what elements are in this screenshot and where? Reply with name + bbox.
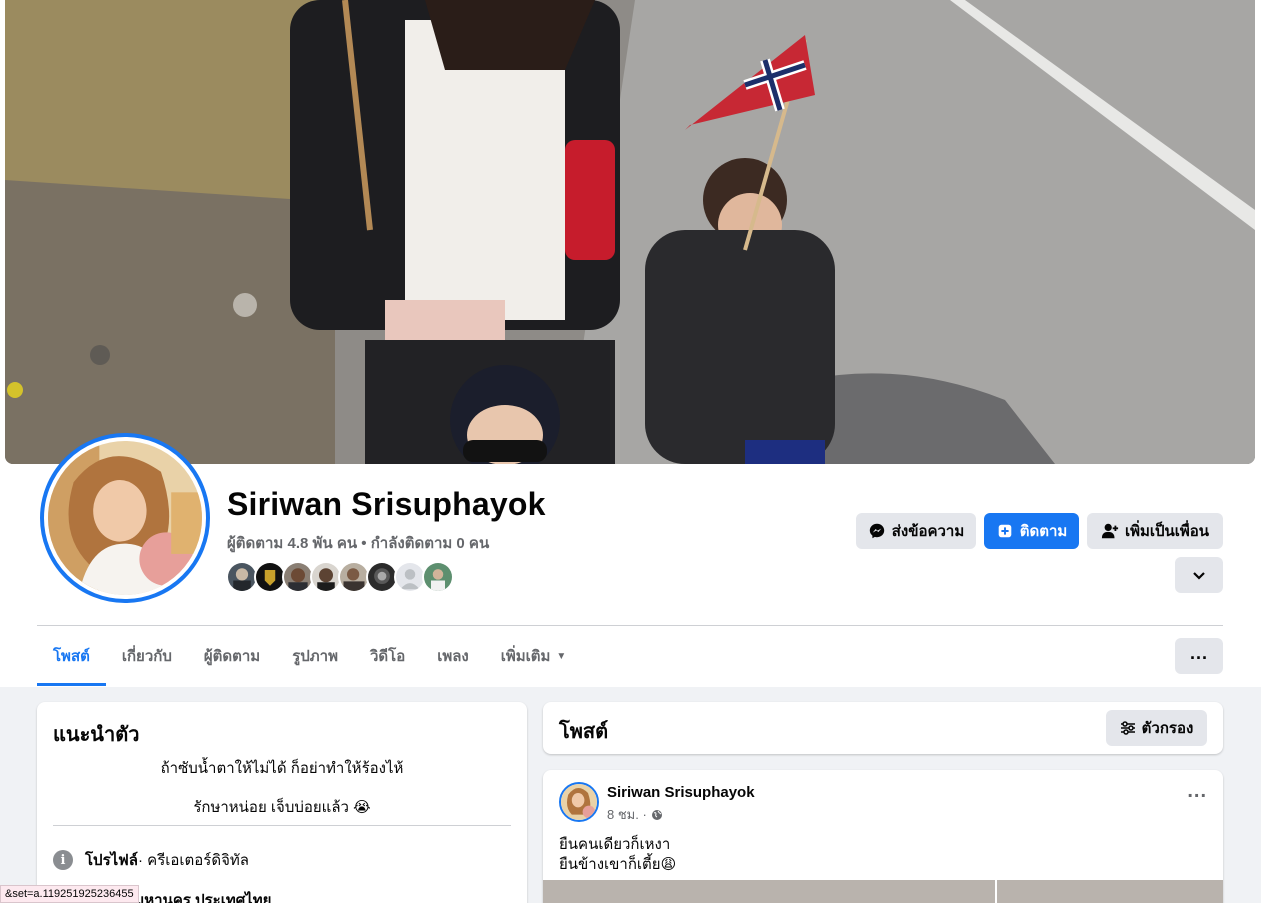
tab-videos[interactable]: วิดีโอ	[354, 626, 421, 686]
add-friend-button[interactable]: เพิ่มเป็นเพื่อน	[1087, 513, 1223, 549]
bio-line: รักษาหน่อย เจ็บบ่อยแล้ว 😭	[193, 799, 371, 816]
profile-tabs: โพสต์ เกี่ยวกับ ผู้ติดตาม รูปภาพ วิดีโอ …	[37, 626, 582, 686]
chevron-down-icon	[1193, 572, 1205, 580]
intro-profile-row: i โปรไฟล์ · ครีเอเตอร์ดิจิทัล	[53, 848, 249, 872]
posts-title: โพสต์	[559, 721, 609, 743]
cover-photo[interactable]	[5, 0, 1255, 464]
follow-button[interactable]: ติดตาม	[984, 513, 1079, 549]
filter-button-label: ตัวกรอง	[1141, 720, 1194, 737]
post-author-avatar[interactable]	[559, 782, 599, 822]
post-images[interactable]	[543, 880, 1223, 903]
tab-followers[interactable]: ผู้ติดตาม	[188, 626, 276, 686]
status-bar-url: &set=a.119251925236455	[0, 885, 139, 903]
post-meta: 8 ชม. ·	[607, 804, 663, 825]
message-button[interactable]: ส่งข้อความ	[856, 513, 976, 549]
post-card: Siriwan Srisuphayok 8 ชม. · ... ยืนคนเดี…	[543, 770, 1223, 903]
caret-down-icon: ▼	[556, 650, 567, 662]
post-options-icon[interactable]: ...	[1187, 781, 1207, 801]
add-friend-button-label: เพิ่มเป็นเพื่อน	[1124, 523, 1210, 540]
posts-header-card: โพสต์ ตัวกรอง	[543, 702, 1223, 754]
tab-music[interactable]: เพลง	[421, 626, 485, 686]
follow-button-label: ติดตาม	[1019, 523, 1068, 540]
profile-avatar[interactable]	[40, 433, 210, 603]
intro-title: แนะนำตัว	[53, 724, 140, 746]
messenger-icon	[869, 523, 884, 539]
more-options-button[interactable]: ...	[1175, 638, 1223, 674]
more-dots-icon: ...	[1189, 643, 1208, 663]
tab-about[interactable]: เกี่ยวกับ	[106, 626, 188, 686]
post-image[interactable]	[543, 880, 995, 903]
globe-icon	[651, 809, 662, 820]
profile-options-button[interactable]	[1175, 557, 1223, 593]
intro-divider	[53, 825, 511, 826]
message-button-label: ส่งข้อความ	[891, 523, 965, 540]
profile-category: · ครีเอเตอร์ดิจิทัล	[138, 852, 249, 869]
post-time[interactable]: 8 ชม. ·	[607, 804, 647, 825]
filter-button[interactable]: ตัวกรอง	[1106, 710, 1207, 746]
post-image[interactable]	[997, 880, 1223, 903]
tab-photos[interactable]: รูปภาพ	[276, 626, 354, 686]
bio-line: ถ้าซับน้ำตาให้ไม่ได้ ก็อย่าทำให้ร้องไห้	[160, 760, 404, 777]
info-icon: i	[53, 850, 73, 870]
followers-count[interactable]: ผู้ติดตาม 4.8 พัน คน • กำลังติดตาม 0 คน	[227, 531, 489, 555]
intro-card: แนะนำตัว ถ้าซับน้ำตาให้ไม่ได้ ก็อย่าทำให…	[37, 702, 527, 903]
follow-plus-icon	[998, 524, 1012, 538]
post-text: ยืนข้างเขาก็เตี้ย😩	[559, 856, 677, 873]
friend-avatar[interactable]	[422, 561, 454, 593]
profile-label: โปรไฟล์	[85, 852, 138, 869]
tab-more[interactable]: เพิ่มเติม ▼	[485, 626, 583, 686]
tab-posts[interactable]: โพสต์	[37, 626, 106, 686]
mutual-friends-avatars	[226, 561, 454, 593]
add-friend-icon	[1101, 523, 1119, 539]
post-author-name[interactable]: Siriwan Srisuphayok	[607, 784, 755, 801]
filter-icon	[1120, 721, 1135, 735]
profile-name: Siriwan Srisuphayok	[227, 486, 546, 522]
profile-header: Siriwan Srisuphayok ผู้ติดตาม 4.8 พัน คน…	[0, 0, 1261, 687]
